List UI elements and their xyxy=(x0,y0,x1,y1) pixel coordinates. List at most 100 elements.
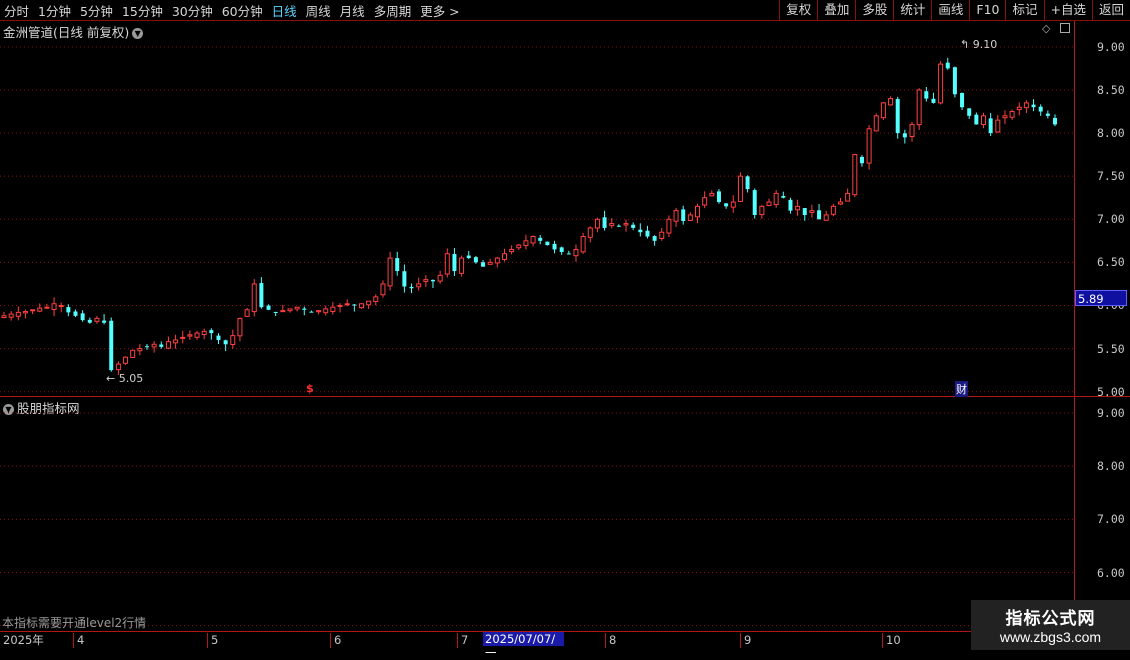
y-tick-label: 7.00 xyxy=(1097,212,1125,227)
candle xyxy=(173,334,179,349)
candle xyxy=(752,188,757,219)
candle xyxy=(51,297,57,317)
period-tab-10[interactable]: 更多 > xyxy=(420,1,459,20)
candle xyxy=(509,245,515,255)
candle xyxy=(15,306,21,321)
watermark: 指标公式网 www.zbgs3.com xyxy=(971,600,1130,650)
candle xyxy=(1016,102,1022,116)
event-marker-finance[interactable]: 财 xyxy=(955,381,968,397)
candle xyxy=(602,210,607,231)
toolbar-button-3[interactable]: 统计 xyxy=(893,0,931,20)
indicator-chart[interactable] xyxy=(0,397,1074,631)
candle xyxy=(931,92,936,104)
candle xyxy=(695,203,701,224)
candle xyxy=(859,155,864,167)
event-marker-dollar[interactable]: $ xyxy=(306,382,314,395)
candle xyxy=(459,255,465,277)
candle xyxy=(724,203,729,209)
candle xyxy=(687,212,693,222)
y-tick-label: 9.00 xyxy=(1097,405,1125,420)
candle xyxy=(194,330,200,340)
candle xyxy=(209,328,214,340)
candle xyxy=(631,222,636,231)
candle xyxy=(273,311,278,317)
candle xyxy=(709,190,715,197)
y-tick-label: 8.00 xyxy=(1097,459,1125,474)
candle xyxy=(130,349,136,358)
period-tabs: 分时 1分钟 5分钟 15分钟 30分钟 60分钟 日线 周线 月线 多周期 更多 > xyxy=(4,0,469,20)
candle xyxy=(873,113,879,132)
candle xyxy=(594,217,600,233)
period-tab-7[interactable]: 周线 xyxy=(306,1,331,20)
x-tick-label: 5 xyxy=(207,633,218,648)
candle xyxy=(387,251,393,291)
candle xyxy=(409,283,414,294)
candle xyxy=(673,207,679,227)
candle xyxy=(781,191,786,199)
period-tab-5[interactable]: 60分钟 xyxy=(222,1,263,20)
candle xyxy=(645,225,650,239)
candle xyxy=(251,279,257,317)
candle xyxy=(730,195,736,213)
toolbar-button-7[interactable]: +自选 xyxy=(1043,0,1092,20)
candle xyxy=(924,86,929,102)
candle xyxy=(159,341,164,349)
candle xyxy=(1038,104,1043,116)
x-tick-label: 9 xyxy=(740,633,751,648)
candle xyxy=(652,235,657,246)
candle xyxy=(766,198,772,207)
candle xyxy=(716,189,721,204)
toolbar-button-4[interactable]: 画线 xyxy=(931,0,969,20)
candle xyxy=(294,306,300,312)
candle xyxy=(165,336,171,350)
candle xyxy=(266,304,271,311)
x-tick-label: 2025年 xyxy=(3,633,44,647)
candle xyxy=(974,112,979,125)
candle xyxy=(309,310,314,313)
candle xyxy=(216,333,221,345)
candle xyxy=(909,121,915,142)
period-tab-6[interactable]: 日线 xyxy=(272,1,297,20)
candle xyxy=(1023,100,1029,114)
toolbar-button-1[interactable]: 叠加 xyxy=(817,0,855,20)
candle xyxy=(916,88,922,131)
candle xyxy=(473,255,478,264)
candle xyxy=(187,330,193,340)
candle xyxy=(845,188,851,202)
candle xyxy=(538,235,543,245)
period-tab-2[interactable]: 5分钟 xyxy=(80,1,113,20)
candle xyxy=(180,330,186,344)
toolbar-button-5[interactable]: F10 xyxy=(969,0,1005,20)
candle xyxy=(58,302,64,313)
current-price-label: 5.89 xyxy=(1075,290,1127,306)
candlestick-chart[interactable] xyxy=(0,21,1074,396)
candle xyxy=(437,270,443,284)
period-tab-0[interactable]: 分时 xyxy=(4,1,29,20)
period-tab-3[interactable]: 15分钟 xyxy=(122,1,163,20)
toolbar-button-8[interactable]: 返回 xyxy=(1091,0,1130,20)
candle xyxy=(416,277,422,291)
toolbar-button-2[interactable]: 多股 xyxy=(855,0,893,20)
y-tick-label: 6.50 xyxy=(1097,255,1125,270)
candle xyxy=(1,311,7,319)
candle xyxy=(960,92,965,110)
candle xyxy=(380,280,386,298)
candle xyxy=(444,248,450,278)
candle xyxy=(788,197,793,214)
candle xyxy=(201,328,207,340)
toolbar-button-6[interactable]: 标记 xyxy=(1005,0,1043,20)
toolbar-actions: 复权 叠加 多股 统计 画线 F10 标记 +自选 返回 xyxy=(779,0,1130,20)
period-tab-9[interactable]: 多周期 xyxy=(374,1,412,20)
y-tick-label: 5.00 xyxy=(1097,384,1125,399)
candle xyxy=(952,66,957,98)
toolbar-button-0[interactable]: 复权 xyxy=(779,0,817,20)
period-tab-8[interactable]: 月线 xyxy=(340,1,365,20)
candle xyxy=(895,96,900,139)
low-annotation: ← 5.05 xyxy=(106,372,144,385)
y-tick-label: 5.50 xyxy=(1097,341,1125,356)
period-tab-1[interactable]: 1分钟 xyxy=(38,1,71,20)
period-tab-4[interactable]: 30分钟 xyxy=(172,1,213,20)
candle xyxy=(8,311,14,321)
y-tick-label: 6.00 xyxy=(1097,565,1125,580)
candle xyxy=(938,61,944,105)
